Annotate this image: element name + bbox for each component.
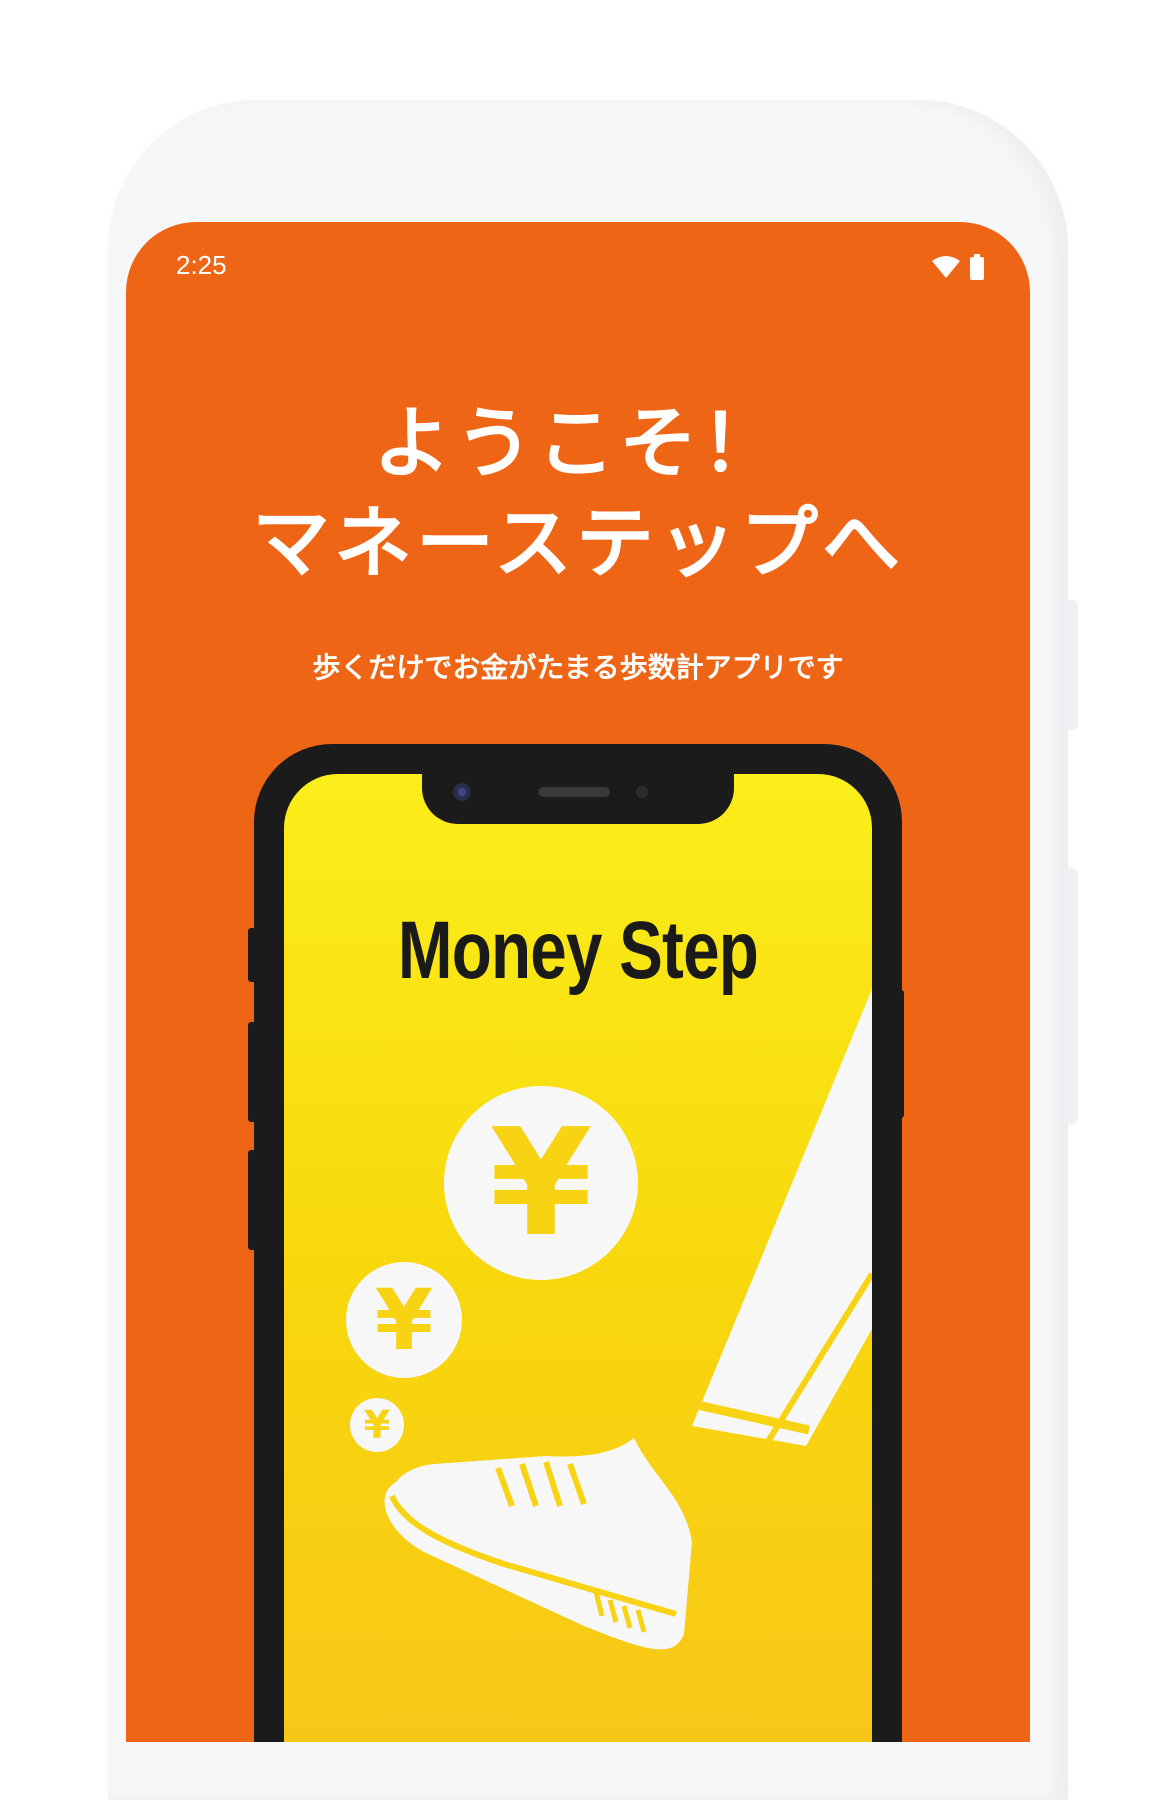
- yen-coin-large: ¥: [444, 1086, 638, 1280]
- yen-coin-medium-symbol: ¥: [374, 1271, 434, 1369]
- battery-icon: [970, 254, 984, 280]
- device-side-button-volume: [1064, 868, 1078, 1124]
- app-screen: 2:25 ようこそ！ マネーステップへ 歩くだけでお金がたまる歩数計アプリです …: [126, 222, 1030, 1742]
- welcome-heading-line2: マネーステップへ: [251, 499, 905, 589]
- wifi-icon: [932, 256, 960, 278]
- status-time: 2:25: [176, 250, 227, 280]
- mockup-side-button-3: [248, 1150, 258, 1250]
- mockup-side-button-2: [248, 1022, 258, 1122]
- status-icons: [932, 254, 984, 280]
- welcome-heading-line1: ようこそ！: [372, 399, 783, 489]
- mockup-side-button-1: [248, 928, 258, 982]
- yen-coin-medium: ¥: [346, 1262, 462, 1378]
- mockup-side-button-right: [894, 990, 904, 1118]
- yen-coin-small: ¥: [350, 1398, 404, 1452]
- yen-coin-large-symbol: ¥: [489, 1097, 593, 1269]
- device-side-button-power: [1064, 600, 1078, 730]
- welcome-subtitle: 歩くだけでお金がたまる歩数計アプリです: [312, 651, 844, 684]
- phone-mockup: Money Step ¥ ¥ ¥: [254, 744, 902, 1742]
- yen-coin-small-symbol: ¥: [363, 1403, 391, 1447]
- mockup-screen: Money Step ¥ ¥ ¥: [284, 774, 872, 1742]
